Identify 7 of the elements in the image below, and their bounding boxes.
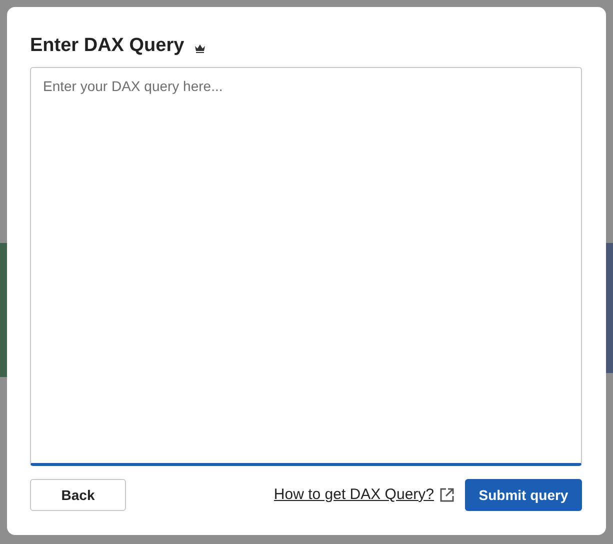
crown-icon [194, 42, 206, 52]
external-link-icon [439, 487, 455, 503]
back-button[interactable]: Back [30, 479, 126, 511]
submit-button[interactable]: Submit query [465, 479, 582, 511]
help-link[interactable]: How to get DAX Query? [274, 484, 434, 506]
query-field[interactable]: Enter your DAX query here... [30, 67, 582, 466]
dialog-title: Enter DAX Query [30, 34, 184, 58]
